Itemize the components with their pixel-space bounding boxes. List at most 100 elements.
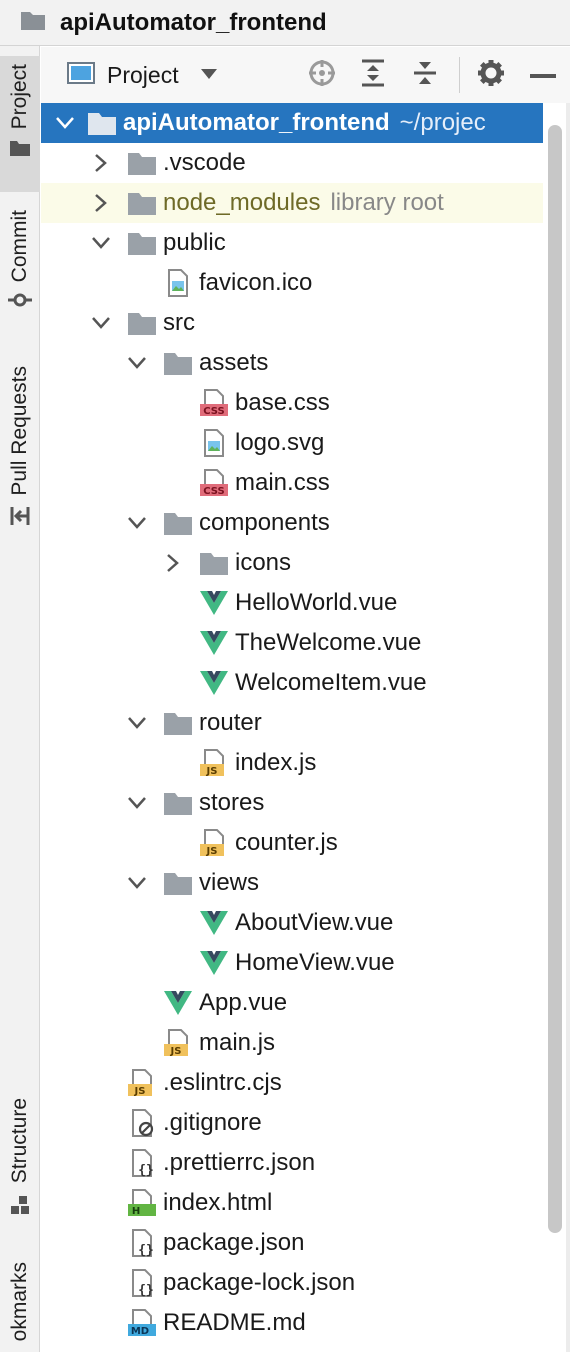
settings-button[interactable] [475, 59, 507, 91]
tree-folder-row[interactable]: src [41, 303, 543, 343]
tree-item-label: AboutView.vue [235, 909, 394, 936]
window-titlebar: apiAutomator_frontend [0, 0, 570, 46]
tree-file-row[interactable]: JS .eslintrc.cjs [41, 1063, 543, 1103]
tree-root-path: ~/projec [399, 109, 486, 136]
folder-icon [20, 9, 46, 36]
tree-file-row[interactable]: App.vue [41, 983, 543, 1023]
collapse-all-button[interactable] [409, 59, 441, 91]
collapse-all-icon [412, 59, 438, 92]
image-file-icon [199, 428, 229, 458]
folder-icon [127, 148, 157, 178]
arrow-spacer [163, 433, 183, 453]
tree-item-label: stores [199, 789, 265, 816]
tree-folder-row[interactable]: components [41, 503, 543, 543]
tree-file-row[interactable]: HomeView.vue [41, 943, 543, 983]
json-file-icon: {} [127, 1268, 157, 1298]
markdown-file-icon: MD [127, 1308, 157, 1338]
tree-file-row[interactable]: {} package.json [41, 1223, 543, 1263]
sidebar-item-bookmarks[interactable]: okmarks [0, 1262, 40, 1352]
tree-file-row[interactable]: AboutView.vue [41, 903, 543, 943]
chevron-down-icon[interactable] [127, 513, 147, 533]
arrow-spacer [163, 953, 183, 973]
expand-all-button[interactable] [357, 59, 389, 91]
js-file-icon: JS [163, 1028, 193, 1058]
tree-file-row[interactable]: HelloWorld.vue [41, 583, 543, 623]
folder-icon [127, 188, 157, 218]
tree-file-row[interactable]: favicon.ico [41, 263, 543, 303]
tree-item-label: components [199, 509, 330, 536]
tree-file-row[interactable]: WelcomeItem.vue [41, 663, 543, 703]
folder-icon [87, 108, 117, 138]
tree-item-label: index.html [163, 1189, 273, 1216]
sidebar-item-label: Structure [8, 1098, 31, 1184]
sidebar-item-structure[interactable]: Structure [0, 1096, 40, 1232]
window-title: apiAutomator_frontend [60, 8, 327, 36]
svg-text:{}: {} [138, 1243, 154, 1257]
tree-item-label: main.js [199, 1029, 276, 1056]
tree-file-row[interactable]: {} package-lock.json [41, 1263, 543, 1303]
tree-folder-row[interactable]: stores [41, 783, 543, 823]
chevron-right-icon[interactable] [91, 153, 111, 173]
tree-item-label: App.vue [199, 989, 288, 1016]
svg-text:JS: JS [134, 1086, 146, 1097]
tree-folder-row[interactable]: node_modules library root [41, 183, 543, 223]
tree-file-row[interactable]: CSS base.css [41, 383, 543, 423]
sidebar-item-label: Pull Requests [8, 366, 31, 496]
chevron-down-icon[interactable] [127, 353, 147, 373]
tree-file-row[interactable]: MD README.md [41, 1303, 543, 1343]
arrow-spacer [127, 273, 147, 293]
chevron-down-icon[interactable] [127, 713, 147, 733]
tree-folder-row[interactable]: assets [41, 343, 543, 383]
tree-file-row[interactable]: JS counter.js [41, 823, 543, 863]
tree-item-label: src [163, 309, 195, 336]
tree-folder-row[interactable]: icons [41, 543, 543, 583]
view-selector[interactable]: Project [67, 61, 217, 90]
svg-text:JS: JS [170, 1046, 182, 1057]
chevron-right-icon[interactable] [91, 193, 111, 213]
tree-folder-row[interactable]: public [41, 223, 543, 263]
tree-folder-row[interactable]: .vscode [41, 143, 543, 183]
image-file-icon [163, 268, 193, 298]
project-view-icon [67, 61, 95, 90]
tree-file-row[interactable]: {} .prettierrc.json [41, 1143, 543, 1183]
tree-file-row[interactable]: JS index.js [41, 743, 543, 783]
sidebar-item-pull-requests[interactable]: Pull Requests [0, 364, 40, 544]
tree-file-row[interactable]: CSS main.css [41, 463, 543, 503]
js-file-icon: JS [127, 1068, 157, 1098]
tree-file-row[interactable]: logo.svg [41, 423, 543, 463]
folder-icon [199, 548, 229, 578]
tree-root[interactable]: apiAutomator_frontend ~/projec [41, 103, 543, 143]
chevron-down-icon[interactable] [127, 873, 147, 893]
vue-file-icon [199, 628, 229, 658]
js-file-icon: JS [199, 828, 229, 858]
tree-folder-row[interactable]: router [41, 703, 543, 743]
pull-request-icon [9, 506, 31, 531]
sidebar-item-commit[interactable]: Commit [0, 208, 40, 328]
chevron-right-icon[interactable] [163, 553, 183, 573]
tree-file-row[interactable]: JS main.js [41, 1023, 543, 1063]
tree-file-row[interactable]: TheWelcome.vue [41, 623, 543, 663]
chevron-down-icon[interactable] [91, 233, 111, 253]
chevron-down-icon[interactable] [55, 113, 75, 133]
tree-folder-row[interactable]: views [41, 863, 543, 903]
svg-text:CSS: CSS [203, 486, 224, 497]
tree-item-hint: library root [330, 189, 444, 216]
svg-text:H: H [132, 1206, 140, 1217]
folder-icon [127, 308, 157, 338]
locate-button[interactable] [306, 59, 338, 91]
tree-file-row[interactable]: Hindex.html [41, 1183, 543, 1223]
hide-panel-button[interactable] [527, 59, 559, 91]
svg-text:{}: {} [138, 1283, 154, 1297]
tree-file-row[interactable]: .gitignore [41, 1103, 543, 1143]
arrow-spacer [91, 1153, 111, 1173]
tree-item-label: package-lock.json [163, 1269, 356, 1296]
arrow-spacer [91, 1113, 111, 1133]
tree-scrollbar[interactable] [548, 125, 562, 1233]
project-tree: apiAutomator_frontend ~/projec .vscode no… [41, 103, 543, 1352]
chevron-down-icon[interactable] [127, 793, 147, 813]
arrow-spacer [163, 473, 183, 493]
json-file-icon: {} [127, 1148, 157, 1178]
chevron-down-icon[interactable] [91, 313, 111, 333]
js-file-icon: JS [199, 748, 229, 778]
sidebar-item-project[interactable]: Project [0, 56, 40, 192]
